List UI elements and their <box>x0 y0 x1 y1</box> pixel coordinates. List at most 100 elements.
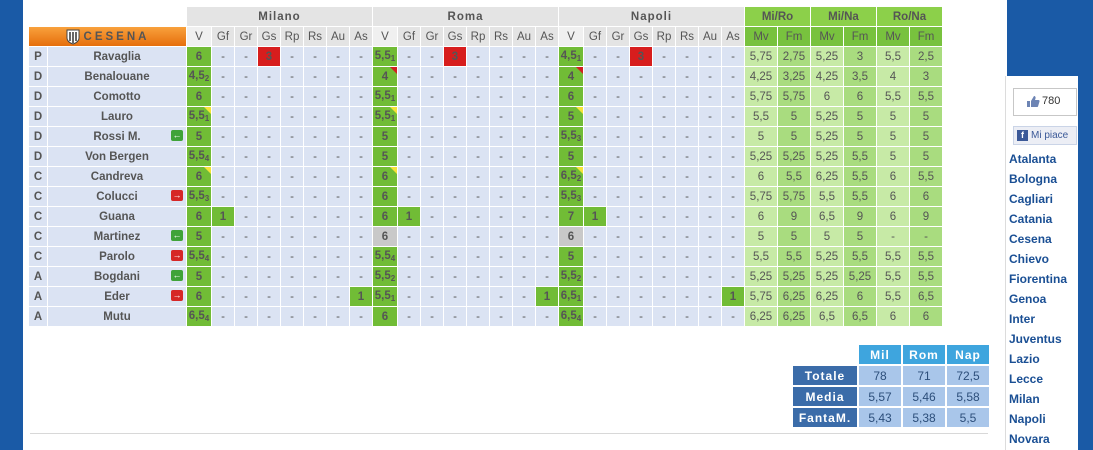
sub-in-icon: ← <box>171 230 183 241</box>
vote-cell: 6 <box>373 307 397 326</box>
team-link[interactable]: Cesena <box>1008 229 1067 249</box>
player-name-text[interactable]: Von Bergen <box>85 151 149 163</box>
compare-value: 4,25 <box>745 67 777 86</box>
vote-value: 5,5 <box>560 130 577 142</box>
compare-value: 5 <box>778 127 810 146</box>
vote-cell: 5,54 <box>373 247 397 266</box>
player-name-text[interactable]: Rossi M. <box>93 131 140 143</box>
player-name[interactable]: Guana <box>48 207 186 226</box>
stat-cell: - <box>584 227 606 246</box>
player-name-text[interactable]: Comotto <box>93 91 140 103</box>
player-name-text[interactable]: Bogdani <box>94 271 140 283</box>
like-count-box[interactable]: 780 <box>1013 88 1077 116</box>
compare-value: 4,25 <box>811 67 843 86</box>
team-link[interactable]: Atalanta <box>1008 149 1067 169</box>
player-name[interactable]: Mutu <box>48 307 186 326</box>
stat-cell: - <box>258 227 280 246</box>
player-name-text[interactable]: Martinez <box>94 231 141 243</box>
stat-cell: - <box>536 267 558 286</box>
stat-cell: - <box>467 67 489 86</box>
compare-value: 5,25 <box>811 147 843 166</box>
like-button[interactable]: f Mi piace <box>1013 126 1077 145</box>
player-name[interactable]: Comotto <box>48 87 186 106</box>
stat-cell: 3 <box>444 47 466 66</box>
team-link[interactable]: Lecce <box>1008 369 1067 389</box>
vote-value: 5 <box>381 150 389 163</box>
player-name[interactable]: Lauro <box>48 107 186 126</box>
stat-cell: - <box>350 227 372 246</box>
totals-column-header: Mil <box>859 345 901 364</box>
compare-value: 5,25 <box>811 247 843 266</box>
team-header: CESENA <box>29 27 186 46</box>
player-name-text[interactable]: Lauro <box>101 111 133 123</box>
stat-cell: - <box>235 147 257 166</box>
compare-column-header: Fm <box>844 27 876 46</box>
player-name[interactable]: Eder → <box>48 287 186 306</box>
vote-decimal: 1 <box>390 54 396 63</box>
stat-cell: - <box>653 247 675 266</box>
team-link[interactable]: Bologna <box>1008 169 1067 189</box>
player-name-text[interactable]: Mutu <box>103 311 130 323</box>
sub-in-icon: ← <box>171 270 183 281</box>
stat-cell: - <box>327 47 349 66</box>
player-name[interactable]: Rossi M. ← <box>48 127 186 146</box>
stat-cell: - <box>722 47 744 66</box>
player-name-text[interactable]: Colucci <box>96 191 138 203</box>
stat-cell: - <box>398 127 420 146</box>
compare-value: 6 <box>877 207 909 226</box>
player-row: D Comotto 6- - - - - - -5,51- - - - - - -6- - - - - - -5,75 5… <box>29 87 942 106</box>
player-name[interactable]: Bogdani ← <box>48 267 186 286</box>
vote-value: 5,5 <box>374 250 391 262</box>
team-link[interactable]: Chievo <box>1008 249 1067 269</box>
compare-value: 5,25 <box>811 267 843 286</box>
stat-cell: - <box>536 207 558 226</box>
vote-decimal: 1 <box>390 94 396 103</box>
player-row: C Martinez ← 5- - - - - - -6- - - - - - -6- - - - - - -5 5 5 5- - <box>29 227 942 246</box>
player-name-text[interactable]: Benalouane <box>84 71 149 83</box>
team-link[interactable]: Genoa <box>1008 289 1067 309</box>
stat-cell: - <box>490 167 512 186</box>
player-name-text[interactable]: Parolo <box>99 251 135 263</box>
team-link[interactable]: Cagliari <box>1008 189 1067 209</box>
player-name[interactable]: Candreva <box>48 167 186 186</box>
player-name[interactable]: Ravaglia <box>48 47 186 66</box>
stat-column-header: Rs <box>304 27 326 46</box>
yellow-card-marker <box>390 167 397 174</box>
stat-cell: - <box>350 267 372 286</box>
player-name-text[interactable]: Candreva <box>91 171 143 183</box>
team-link[interactable]: Catania <box>1008 209 1067 229</box>
stat-cell: - <box>304 87 326 106</box>
player-name[interactable]: Von Bergen <box>48 147 186 166</box>
team-link[interactable]: Novara <box>1008 429 1067 449</box>
totals-value: 5,46 <box>903 387 945 406</box>
stat-cell: - <box>513 67 535 86</box>
player-name-text[interactable]: Ravaglia <box>93 51 140 63</box>
team-link[interactable]: Milan <box>1008 389 1067 409</box>
compare-value: 6,5 <box>811 307 843 326</box>
stat-cell: - <box>630 187 652 206</box>
player-name[interactable]: Benalouane <box>48 67 186 86</box>
stat-cell: - <box>536 47 558 66</box>
player-name[interactable]: Martinez ← <box>48 227 186 246</box>
player-name-text[interactable]: Eder <box>104 291 130 303</box>
stat-cell: - <box>258 287 280 306</box>
team-link[interactable]: Juventus <box>1008 329 1067 349</box>
facebook-icon: f <box>1017 129 1028 141</box>
stat-cell: - <box>630 87 652 106</box>
team-link[interactable]: Inter <box>1008 309 1067 329</box>
yellow-card-marker <box>204 107 211 114</box>
vote-cell: 5 <box>187 267 211 286</box>
stat-cell: - <box>653 127 675 146</box>
player-name[interactable]: Parolo → <box>48 247 186 266</box>
stat-cell: - <box>258 107 280 126</box>
stat-cell: - <box>699 147 721 166</box>
compare-value: 5 <box>778 227 810 246</box>
stat-cell: - <box>258 247 280 266</box>
team-link[interactable]: Napoli <box>1008 409 1067 429</box>
player-name[interactable]: Colucci → <box>48 187 186 206</box>
team-link[interactable]: Fiorentina <box>1008 269 1067 289</box>
team-link[interactable]: Lazio <box>1008 349 1067 369</box>
player-name-text[interactable]: Guana <box>99 211 135 223</box>
stat-cell: - <box>444 247 466 266</box>
totals-header-spacer <box>793 345 857 364</box>
